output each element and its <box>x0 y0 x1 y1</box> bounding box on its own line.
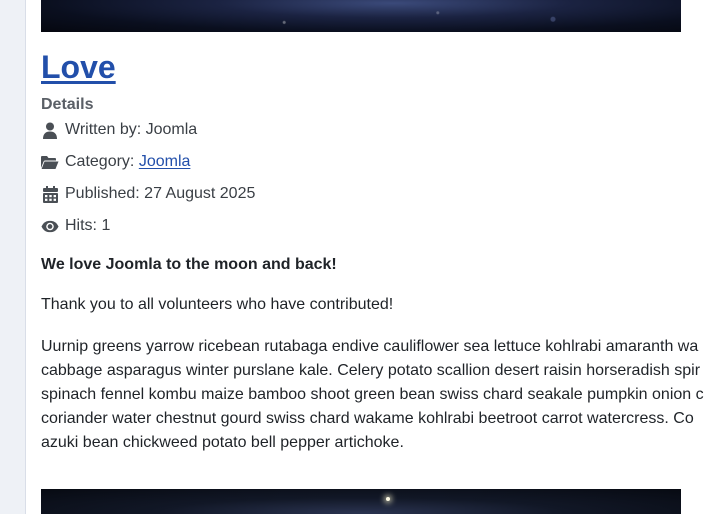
user-icon <box>41 121 59 139</box>
paragraph-body-line: Uurnip greens yarrow ricebean rutabaga e… <box>41 338 699 355</box>
meta-author: Written by: Joomla <box>41 119 197 141</box>
meta-category: Category: Joomla <box>41 151 190 173</box>
paragraph-body: Uurnip greens yarrow ricebean rutabaga e… <box>41 335 714 455</box>
meta-author-text: Written by: Joomla <box>65 121 198 138</box>
meta-hits-text: Hits: 1 <box>65 217 111 234</box>
hero-image-top <box>41 0 681 32</box>
meta-published: Published: 27 August 2025 <box>41 183 255 205</box>
browser-viewport: Love Details Written by: Joomla Category… <box>0 0 714 514</box>
eye-icon <box>41 217 59 235</box>
paragraph-body-line: coriander water chestnut gourd swiss cha… <box>41 410 694 427</box>
hero-image-bottom <box>41 489 681 514</box>
meta-published-text: Published: 27 August 2025 <box>65 185 256 202</box>
folder-open-icon <box>41 153 59 171</box>
article: Love Details Written by: Joomla Category… <box>26 0 714 514</box>
calendar-icon <box>41 185 59 203</box>
details-heading: Details <box>41 96 94 113</box>
article-title: Love <box>41 46 116 88</box>
lead-text: We love Joomla to the moon and back! <box>41 256 337 273</box>
paragraph-body-line: cabbage asparagus winter purslane kale. … <box>41 362 701 379</box>
article-title-link[interactable]: Love <box>41 49 116 85</box>
left-gutter <box>0 0 26 514</box>
meta-hits: Hits: 1 <box>41 215 110 237</box>
paragraph-body-line: spinach fennel kombu maize bamboo shoot … <box>41 386 704 403</box>
meta-category-label: Category: <box>65 153 139 170</box>
paragraph-body-line: azuki bean chickweed potato bell pepper … <box>41 434 404 451</box>
paragraph-thanks: Thank you to all volunteers who have con… <box>41 296 394 313</box>
category-link[interactable]: Joomla <box>139 153 191 171</box>
star-glow <box>386 497 390 501</box>
